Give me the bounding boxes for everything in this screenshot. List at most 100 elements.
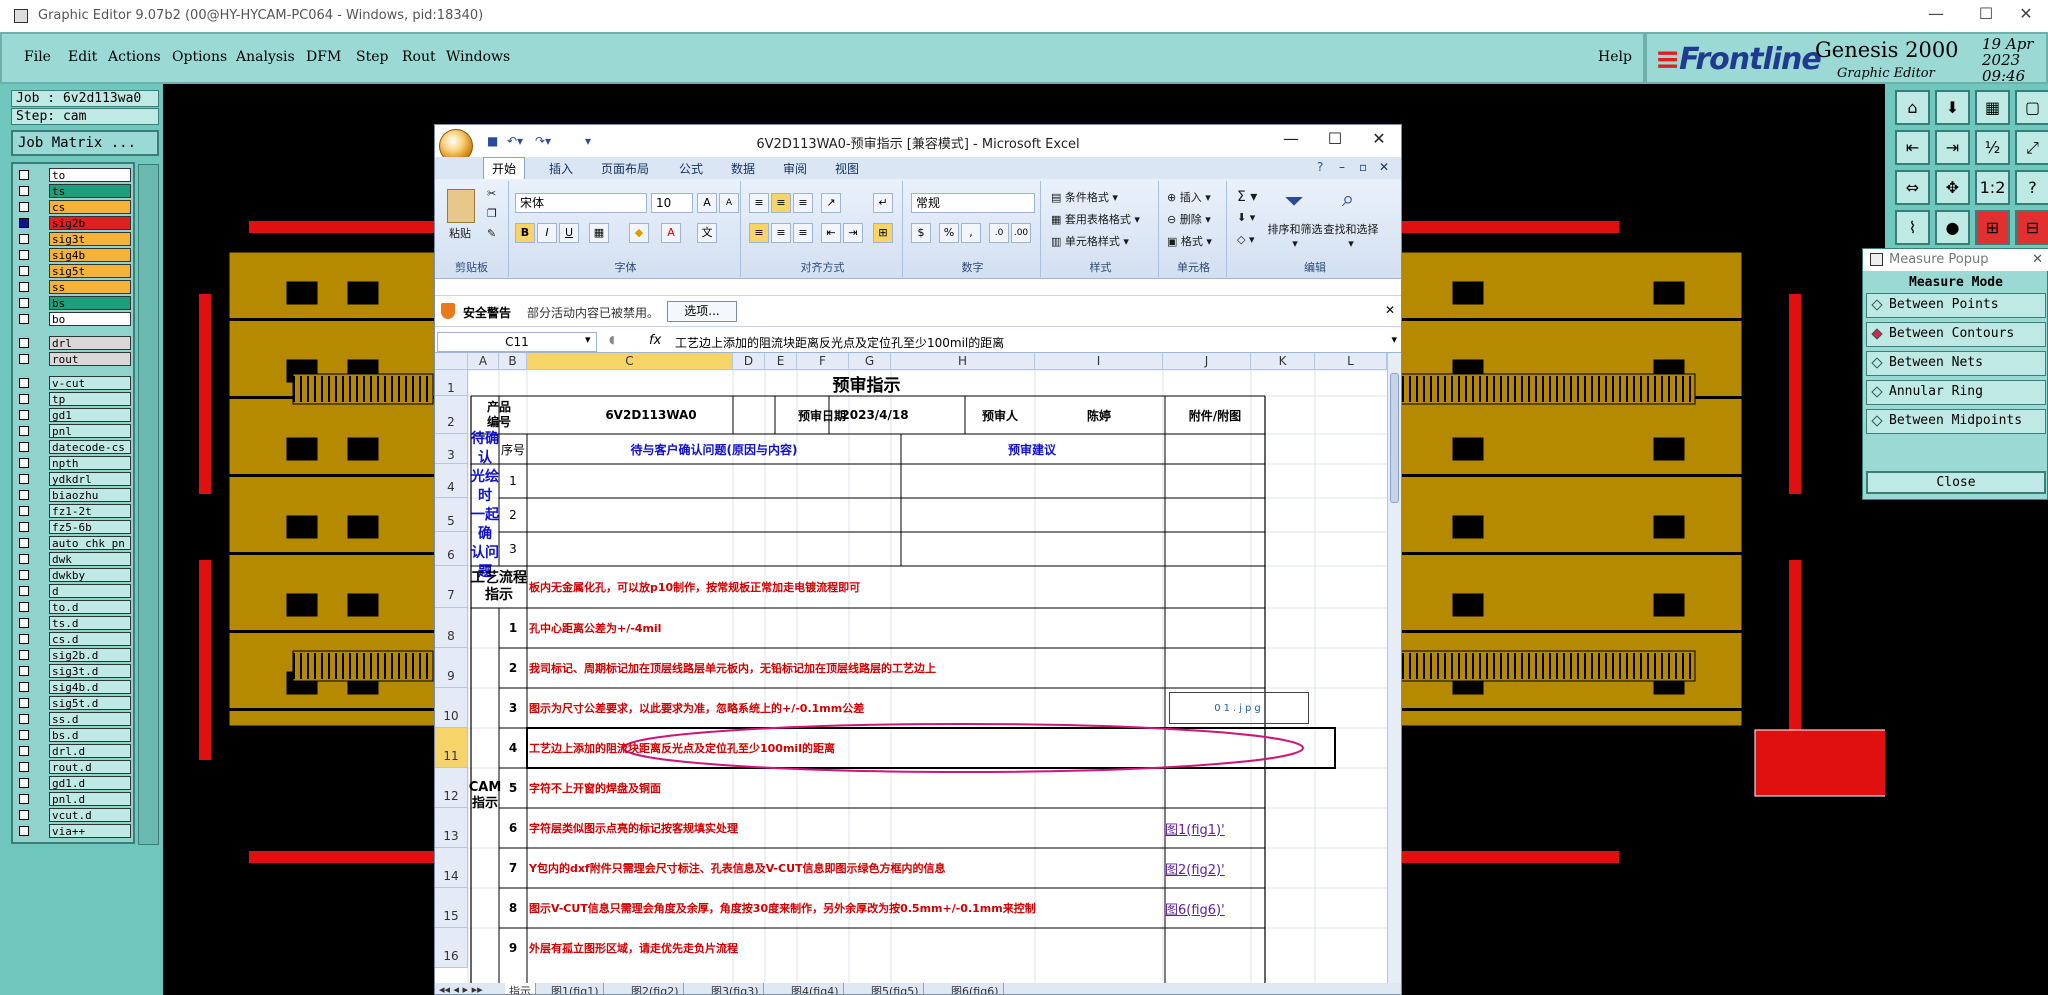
job-matrix-button[interactable]: Job Matrix ... bbox=[11, 130, 159, 156]
tab-home[interactable]: 开始 bbox=[483, 157, 526, 179]
menu-step[interactable]: Step bbox=[356, 49, 388, 65]
layer-name[interactable]: datecode-cs bbox=[49, 440, 131, 454]
layer-name[interactable]: sig2b bbox=[49, 216, 131, 230]
layer-name[interactable]: via++ bbox=[49, 824, 131, 838]
ribbon-close-icon[interactable]: ✕ bbox=[1379, 160, 1389, 174]
layer-row[interactable]: bo bbox=[17, 312, 133, 326]
layer-row[interactable]: sig3t bbox=[17, 232, 133, 246]
attachment-link[interactable]: 图2(fig2)' bbox=[1165, 848, 1267, 888]
attachment-link[interactable]: 图6(fig6)' bbox=[1165, 888, 1267, 928]
layer-row[interactable]: auto_chk_pn bbox=[17, 536, 133, 550]
layer-name[interactable]: to bbox=[49, 168, 131, 182]
row-header[interactable]: 1 bbox=[435, 370, 468, 396]
cut-icon[interactable]: ✂ bbox=[487, 187, 496, 200]
layer-checkbox[interactable] bbox=[19, 586, 29, 596]
layer-row[interactable]: pnl bbox=[17, 424, 133, 438]
layer-row[interactable]: v-cut bbox=[17, 376, 133, 390]
italic-icon[interactable]: I bbox=[537, 223, 557, 243]
layer-checkbox[interactable] bbox=[19, 746, 29, 756]
format-cells-button[interactable]: ▣ 格式 ▾ bbox=[1167, 233, 1212, 249]
layer-name[interactable]: ydkdrl bbox=[49, 472, 131, 486]
layer-list-scrollbar[interactable] bbox=[138, 164, 159, 845]
layer-checkbox[interactable] bbox=[19, 682, 29, 692]
center-icon[interactable]: ✥ bbox=[1935, 170, 1970, 205]
format-painter-icon[interactable]: ✎ bbox=[487, 227, 496, 240]
menu-rout[interactable]: Rout bbox=[402, 49, 436, 65]
layer-checkbox[interactable] bbox=[19, 602, 29, 612]
layer-row[interactable]: fz1-2t bbox=[17, 504, 133, 518]
layer-checkbox[interactable] bbox=[19, 338, 29, 348]
column-header[interactable]: K bbox=[1251, 353, 1315, 370]
zoom-frame-icon[interactable]: ▢ bbox=[2015, 90, 2048, 125]
layer-row[interactable]: sig2b bbox=[17, 216, 133, 230]
layer-checkbox[interactable] bbox=[19, 170, 29, 180]
measure-icon[interactable]: ⌇ bbox=[1895, 210, 1930, 245]
measure-option[interactable]: Between Contours bbox=[1866, 322, 2046, 347]
layer-name[interactable]: gd1 bbox=[49, 408, 131, 422]
format-as-table-button[interactable]: ▦ 套用表格格式 ▾ bbox=[1051, 211, 1140, 227]
formula-expand-icon[interactable]: ◖ bbox=[609, 333, 615, 346]
ratio-icon[interactable]: 1:2 bbox=[1975, 170, 2010, 205]
column-header[interactable]: D bbox=[733, 353, 765, 370]
layer-checkbox[interactable] bbox=[19, 474, 29, 484]
layer-checkbox[interactable] bbox=[19, 778, 29, 788]
decrease-decimal-icon[interactable]: .00 bbox=[1011, 223, 1031, 243]
layer-row[interactable]: datecode-cs bbox=[17, 440, 133, 454]
tab-page-layout[interactable]: 页面布局 bbox=[601, 160, 649, 177]
border-icon[interactable]: ▦ bbox=[589, 223, 609, 243]
name-box-dropdown-icon[interactable]: ▾ bbox=[585, 333, 591, 346]
row-header[interactable]: 11 bbox=[435, 728, 468, 768]
layer-checkbox[interactable] bbox=[19, 490, 29, 500]
layer-name[interactable]: pnl bbox=[49, 424, 131, 438]
layer-name[interactable]: bs.d bbox=[49, 728, 131, 742]
layer-row[interactable]: dwk bbox=[17, 552, 133, 566]
layer-checkbox[interactable] bbox=[19, 266, 29, 276]
layer-row[interactable]: cs.d bbox=[17, 632, 133, 646]
excel-close-button[interactable]: ✕ bbox=[1359, 129, 1399, 148]
menu-analysis[interactable]: Analysis bbox=[236, 49, 295, 65]
font-grow-icon[interactable]: A bbox=[697, 193, 717, 213]
row-header[interactable]: 2 bbox=[435, 396, 468, 434]
close-icon[interactable]: ✕ bbox=[1385, 303, 1395, 317]
layer-checkbox[interactable] bbox=[19, 282, 29, 292]
menu-help[interactable]: Help bbox=[1598, 49, 1632, 65]
align-bottom-icon[interactable]: ≡ bbox=[793, 193, 813, 213]
layer-name[interactable]: dwk bbox=[49, 552, 131, 566]
layer-name[interactable]: fz1-2t bbox=[49, 504, 131, 518]
font-size-select[interactable]: 10 bbox=[651, 193, 693, 213]
fill-icon[interactable]: ⬇ ▾ bbox=[1237, 211, 1255, 224]
layer-row[interactable]: d bbox=[17, 584, 133, 598]
expand-icon[interactable]: ⇔ bbox=[1895, 170, 1930, 205]
fit-icon[interactable]: ⤢ bbox=[2015, 130, 2048, 165]
column-header[interactable]: I bbox=[1035, 353, 1163, 370]
layer-down-icon[interactable]: ⬇ bbox=[1935, 90, 1970, 125]
column-header[interactable]: C bbox=[527, 353, 733, 370]
row-header[interactable]: 5 bbox=[435, 498, 468, 532]
row-header[interactable]: 15 bbox=[435, 888, 468, 928]
layer-checkbox[interactable] bbox=[19, 554, 29, 564]
ribbon-minimize-icon[interactable]: – bbox=[1339, 160, 1345, 174]
attachment-link[interactable]: 图1(fig1)' bbox=[1165, 808, 1267, 848]
layer-name[interactable]: rout.d bbox=[49, 760, 131, 774]
layer-row[interactable]: sig5t bbox=[17, 264, 133, 278]
tab-formulas[interactable]: 公式 bbox=[679, 160, 703, 177]
layer-checkbox[interactable] bbox=[19, 698, 29, 708]
layer-name[interactable]: sig5t bbox=[49, 264, 131, 278]
layer-checkbox[interactable] bbox=[19, 394, 29, 404]
layer-name[interactable]: d bbox=[49, 584, 131, 598]
sheet-tab[interactable]: 图3(fig3) bbox=[707, 983, 764, 994]
close-window-button[interactable]: ✕ bbox=[2006, 4, 2046, 28]
column-header[interactable]: H bbox=[891, 353, 1035, 370]
layer-row[interactable]: sig4b bbox=[17, 248, 133, 262]
column-header[interactable]: L bbox=[1315, 353, 1387, 370]
sheet-tab[interactable]: 图5(fig5) bbox=[867, 983, 924, 994]
wrap-text-icon[interactable]: ↵ bbox=[873, 193, 893, 213]
layer-row[interactable]: to bbox=[17, 168, 133, 182]
layer-row[interactable]: drl.d bbox=[17, 744, 133, 758]
ribbon-restore-icon[interactable]: ▫ bbox=[1359, 160, 1367, 174]
layer-row[interactable]: ydkdrl bbox=[17, 472, 133, 486]
layer-row[interactable]: sig2b.d bbox=[17, 648, 133, 662]
layer-checkbox[interactable] bbox=[19, 730, 29, 740]
layer-checkbox[interactable] bbox=[19, 202, 29, 212]
align-left-icon[interactable]: ≡ bbox=[749, 223, 769, 243]
